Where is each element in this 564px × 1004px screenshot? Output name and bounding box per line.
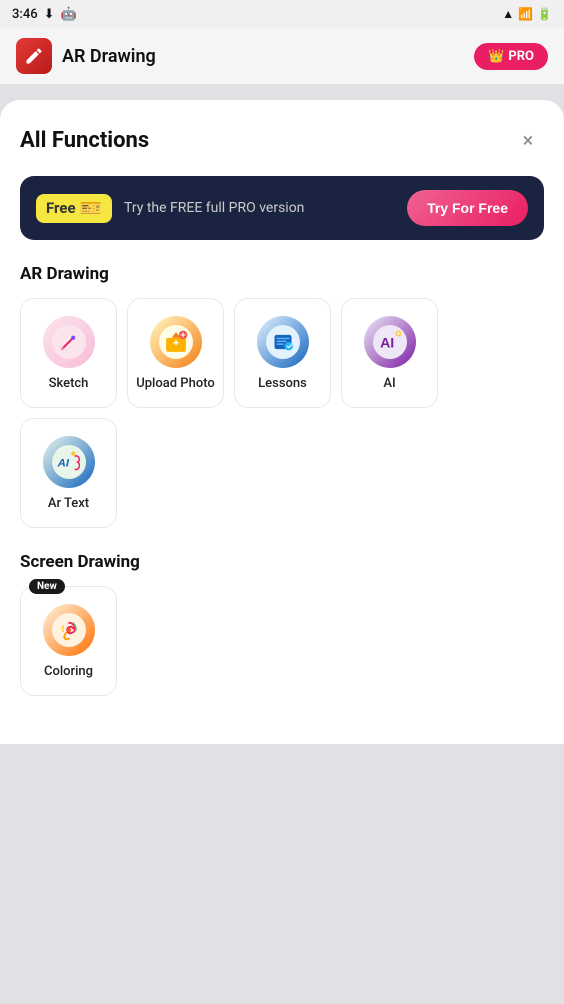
screen-drawing-section-title: Screen Drawing (20, 552, 544, 572)
screen-drawing-grid: New Coloring (20, 586, 544, 696)
svg-text:AI: AI (56, 457, 69, 469)
ar-drawing-section-title: AR Drawing (20, 264, 544, 284)
signal-icon: 📶 (518, 7, 533, 21)
free-banner: Free 🎫 Try the FREE full PRO version Try… (20, 176, 544, 240)
status-bar: 3:46 ⬇ 🤖 ▲ 📶 🔋 (0, 0, 564, 28)
new-badge: New (29, 579, 65, 594)
free-label: Free (46, 199, 76, 217)
ar-text-card[interactable]: AI Ar Text (20, 418, 117, 528)
status-time: 3:46 ⬇ 🤖 (12, 7, 77, 22)
lessons-icon (257, 316, 309, 368)
ar-text-label: Ar Text (48, 496, 89, 511)
ar-drawing-grid: Sketch Upload Photo (20, 298, 544, 528)
ar-text-icon: AI (43, 436, 95, 488)
sketch-icon (43, 316, 95, 368)
modal-header: All Functions × (20, 124, 544, 156)
svg-text:AI: AI (380, 335, 394, 351)
android-icon: 🤖 (61, 7, 77, 22)
status-icons: ▲ 📶 🔋 (502, 7, 552, 21)
coloring-icon (43, 604, 95, 656)
free-ticket: Free 🎫 (36, 194, 112, 223)
ai-label: AI (383, 376, 395, 391)
pro-badge[interactable]: 👑 PRO (474, 43, 548, 70)
upload-photo-label: Upload Photo (136, 376, 215, 391)
upload-photo-card[interactable]: Upload Photo (127, 298, 224, 408)
ai-card[interactable]: AI AI (341, 298, 438, 408)
time-display: 3:46 (12, 7, 38, 22)
app-title: AR Drawing (62, 46, 156, 67)
sketch-card[interactable]: Sketch (20, 298, 117, 408)
wifi-icon: ▲ (502, 7, 514, 21)
modal-title: All Functions (20, 128, 149, 153)
close-button[interactable]: × (512, 124, 544, 156)
crown-icon: 👑 (488, 49, 504, 64)
sketch-label: Sketch (49, 376, 89, 391)
ai-icon: AI (364, 316, 416, 368)
lessons-card[interactable]: Lessons (234, 298, 331, 408)
free-banner-left: Free 🎫 Try the FREE full PRO version (36, 194, 304, 223)
lessons-label: Lessons (258, 376, 307, 391)
all-functions-modal: All Functions × Free 🎫 Try the FREE full… (0, 100, 564, 744)
app-header-left: AR Drawing (16, 38, 156, 74)
ar-drawing-section: AR Drawing Sketch (20, 264, 544, 528)
app-icon (16, 38, 52, 74)
pro-label: PRO (508, 49, 534, 64)
coloring-card[interactable]: New Coloring (20, 586, 117, 696)
ticket-icon: 🎫 (80, 198, 102, 219)
upload-photo-icon (150, 316, 202, 368)
app-header: AR Drawing 👑 PRO (0, 28, 564, 84)
coloring-label: Coloring (44, 664, 93, 679)
battery-icon: 🔋 (537, 7, 552, 21)
banner-description: Try the FREE full PRO version (124, 200, 304, 216)
download-icon: ⬇ (44, 7, 55, 22)
screen-drawing-section: Screen Drawing New Coloring (20, 552, 544, 696)
try-free-button[interactable]: Try For Free (407, 190, 528, 226)
